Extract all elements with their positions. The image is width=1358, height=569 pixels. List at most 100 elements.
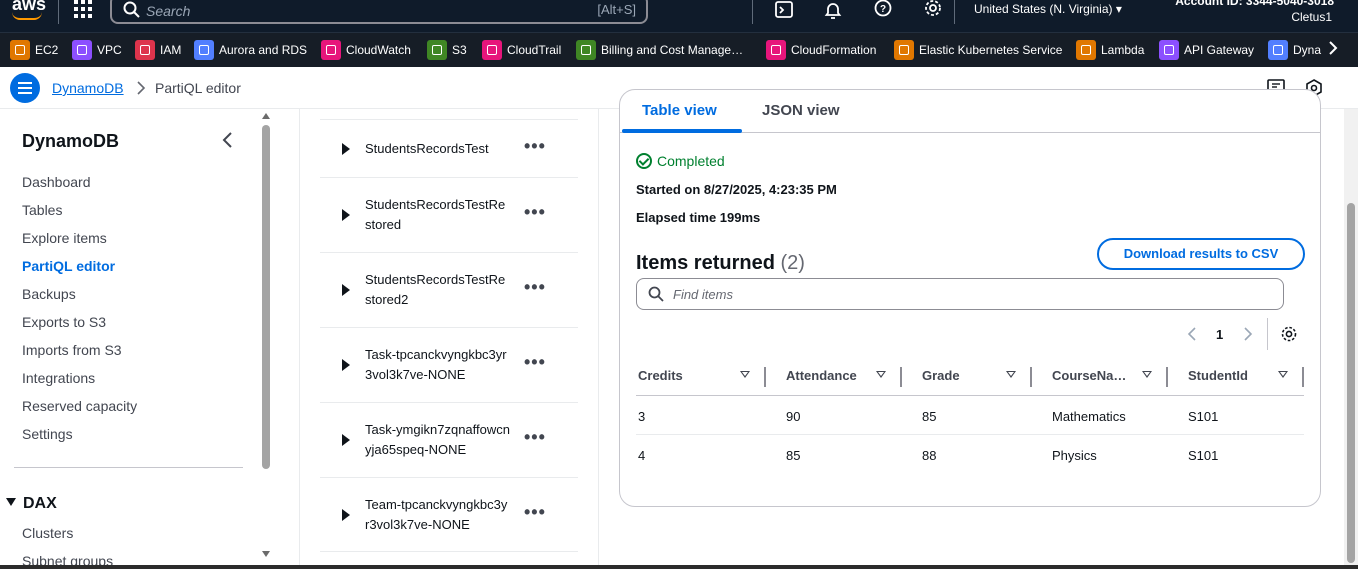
expand-icon[interactable] — [342, 434, 350, 446]
favorite-elastic-kubernetes-service[interactable]: Elastic Kubernetes Service — [894, 40, 1062, 60]
chevron-right-icon[interactable] — [1242, 326, 1254, 342]
scroll-down-icon[interactable] — [262, 551, 270, 557]
column-header-coursename[interactable]: CourseNa… — [1052, 368, 1126, 383]
table-name[interactable]: StudentsRecordsTestRestored — [365, 195, 510, 235]
cloudshell-icon[interactable] — [774, 0, 794, 20]
find-items-input[interactable]: Find items — [636, 278, 1284, 310]
favorites-bar: Dyna API Gateway Lambda Elastic Kubernetes … — [0, 32, 1358, 67]
more-actions-icon[interactable]: ••• — [524, 427, 546, 448]
user-name[interactable]: Cletus1 — [1291, 10, 1332, 24]
column-header-credits[interactable]: Credits — [638, 368, 683, 383]
download-csv-button[interactable]: Download results to CSV — [1097, 238, 1305, 270]
favorite-aurora-and-rds[interactable]: Aurora and RDS — [194, 40, 307, 60]
nav-scrollbar[interactable] — [258, 109, 274, 569]
column-resizer[interactable] — [900, 367, 902, 387]
help-icon[interactable]: ? — [873, 0, 893, 20]
bell-icon[interactable] — [823, 0, 843, 20]
table-name[interactable]: Task-ymgikn7zqnaffowcnyja65speq-NONE — [365, 420, 510, 460]
table-list-item[interactable]: StudentsRecordsTestRestored ••• — [320, 177, 578, 252]
gear-icon[interactable] — [923, 0, 943, 20]
table-name[interactable]: Team-tpcanckvyngkbc3yr3vol3k7ve-NONE — [365, 495, 510, 535]
close-nav-icon[interactable] — [220, 131, 236, 149]
scrollbar-thumb[interactable] — [262, 125, 270, 469]
window-edge — [0, 565, 1358, 569]
table-name[interactable]: StudentsRecordsTestRestored2 — [365, 270, 510, 310]
sidebar-item-dashboard[interactable]: Dashboard — [22, 174, 91, 190]
favorite-label: S3 — [452, 43, 467, 57]
sidebar-item-tables[interactable]: Tables — [22, 202, 62, 218]
column-header-grade[interactable]: Grade — [922, 368, 960, 383]
favorite-billing-and-cost-manage[interactable]: Billing and Cost Manage… — [576, 40, 743, 60]
dax-section-toggle[interactable]: DAX — [6, 495, 57, 513]
sort-icon[interactable] — [1142, 371, 1152, 378]
page-number[interactable]: 1 — [1216, 327, 1223, 342]
gear-icon[interactable] — [1280, 325, 1298, 343]
scrollbar-thumb[interactable] — [1347, 203, 1355, 563]
table-row[interactable]: 3 90 85 Mathematics S101 — [636, 396, 1304, 435]
column-resizer[interactable] — [1030, 367, 1032, 387]
tab-table-view[interactable]: Table view — [642, 102, 717, 119]
expand-icon[interactable] — [342, 284, 350, 296]
column-resizer[interactable] — [1166, 367, 1168, 387]
favorite-cloudwatch[interactable]: CloudWatch — [321, 40, 411, 60]
tab-json-view[interactable]: JSON view — [762, 102, 840, 119]
more-actions-icon[interactable]: ••• — [524, 352, 546, 373]
sidebar-item-reserved-capacity[interactable]: Reserved capacity — [22, 398, 137, 414]
favorite-dyna[interactable]: Dyna — [1268, 40, 1321, 60]
table-list-item[interactable]: Task-tpcanckvyngkbc3yr3vol3k7ve-NONE ••• — [320, 327, 578, 402]
favorite-cloudtrail[interactable]: CloudTrail — [482, 40, 561, 60]
table-list-item[interactable]: StudentsRecordsTest ••• — [320, 119, 578, 177]
sort-icon[interactable] — [1278, 371, 1288, 378]
expand-icon[interactable] — [342, 359, 350, 371]
search-input[interactable]: Search [Alt+S] — [110, 0, 648, 24]
expand-icon[interactable] — [342, 509, 350, 521]
favorite-lambda[interactable]: Lambda — [1076, 40, 1144, 60]
table-name[interactable]: StudentsRecordsTest — [365, 139, 510, 159]
items-returned-heading: Items returned (2) — [636, 252, 805, 275]
favorite-vpc[interactable]: VPC — [72, 40, 122, 60]
chevron-right-icon[interactable] — [1326, 41, 1340, 55]
more-actions-icon[interactable]: ••• — [524, 202, 546, 223]
sidebar-item-clusters[interactable]: Clusters — [22, 525, 73, 541]
page-scrollbar[interactable] — [1344, 109, 1358, 569]
tables-list-panel: StudentsRecordsTest ••• StudentsRecordsT… — [274, 109, 599, 569]
grid-icon[interactable] — [74, 0, 94, 18]
favorite-ec2[interactable]: EC2 — [10, 40, 58, 60]
column-resizer[interactable] — [764, 367, 766, 387]
sidebar-item-integrations[interactable]: Integrations — [22, 370, 95, 386]
favorite-s3[interactable]: S3 — [427, 40, 467, 60]
expand-icon[interactable] — [342, 209, 350, 221]
more-actions-icon[interactable]: ••• — [524, 502, 546, 523]
items-returned-label: Items returned — [636, 252, 775, 274]
favorite-api-gateway[interactable]: API Gateway — [1159, 40, 1254, 60]
table-list-item[interactable]: StudentsRecordsTestRestored2 ••• — [320, 252, 578, 327]
sidebar-item-imports[interactable]: Imports from S3 — [22, 342, 122, 358]
table-list-item[interactable]: Team-tpcanckvyngkbc3yr3vol3k7ve-NONE ••• — [320, 477, 578, 552]
region-selector[interactable]: United States (N. Virginia) ▾ — [974, 2, 1122, 16]
table-name[interactable]: Task-tpcanckvyngkbc3yr3vol3k7ve-NONE — [365, 345, 510, 385]
column-header-studentid[interactable]: StudentId — [1188, 368, 1248, 383]
column-header-attendance[interactable]: Attendance — [786, 368, 857, 383]
sort-icon[interactable] — [740, 371, 750, 378]
chevron-left-icon[interactable] — [1186, 326, 1198, 342]
account-id[interactable]: Account ID: 3344-5040-3018 — [1175, 0, 1334, 8]
favorite-iam[interactable]: IAM — [135, 40, 181, 60]
sidebar-item-exports[interactable]: Exports to S3 — [22, 314, 106, 330]
sidebar-item-settings[interactable]: Settings — [22, 426, 73, 442]
sidebar-item-partiql-editor[interactable]: PartiQL editor — [22, 258, 115, 274]
expand-icon[interactable] — [342, 143, 350, 155]
menu-icon[interactable] — [10, 73, 40, 103]
sort-icon[interactable] — [1006, 371, 1016, 378]
favorite-cloudformation[interactable]: CloudFormation — [766, 40, 876, 60]
table-row[interactable]: 4 85 88 Physics S101 — [636, 435, 1304, 474]
column-resizer[interactable] — [1302, 367, 1304, 387]
breadcrumb-current: PartiQL editor — [155, 80, 241, 96]
scroll-up-icon[interactable] — [262, 113, 270, 119]
breadcrumb-dynamodb[interactable]: DynamoDB — [52, 80, 124, 96]
sort-icon[interactable] — [876, 371, 886, 378]
more-actions-icon[interactable]: ••• — [524, 277, 546, 298]
sidebar-item-backups[interactable]: Backups — [22, 286, 76, 302]
more-actions-icon[interactable]: ••• — [524, 136, 546, 157]
sidebar-item-explore-items[interactable]: Explore items — [22, 230, 107, 246]
table-list-item[interactable]: Task-ymgikn7zqnaffowcnyja65speq-NONE ••• — [320, 402, 578, 477]
